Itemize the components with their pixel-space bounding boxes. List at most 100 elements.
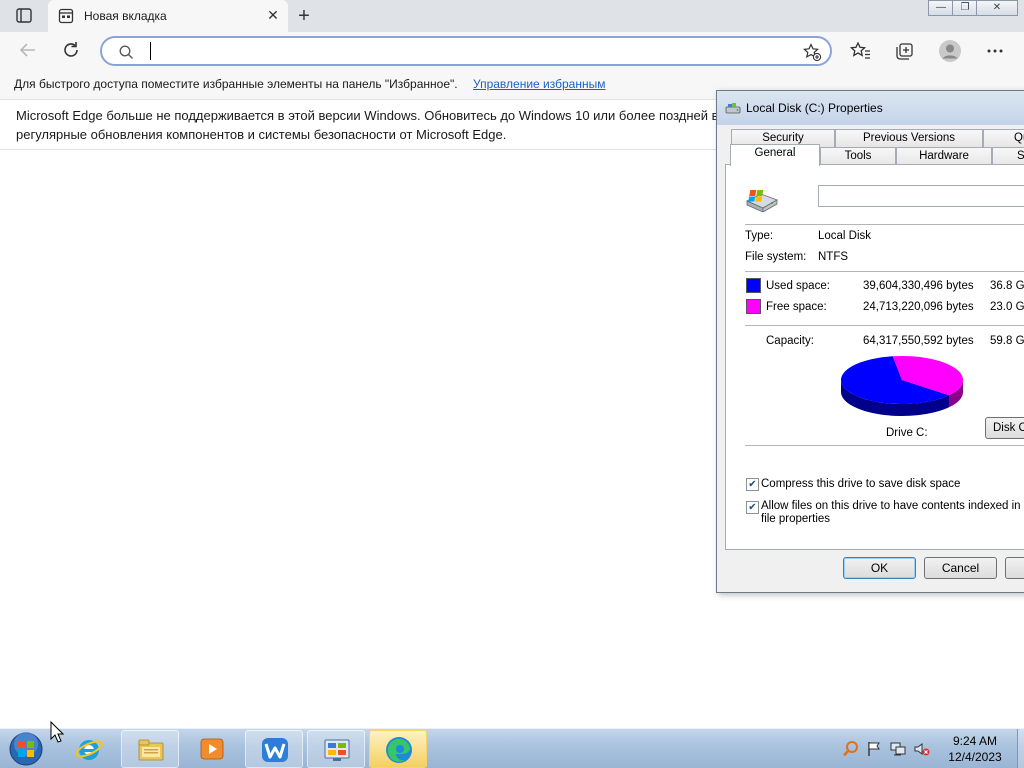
info-line-1: Microsoft Edge больше не поддерживается … (16, 108, 726, 123)
capacity-size: 59.8 GB (990, 335, 1024, 347)
free-space-swatch (746, 299, 761, 314)
taskbar-control-panel[interactable] (307, 730, 365, 768)
new-tab-page-icon (58, 8, 74, 24)
desktop-screen: Новая вкладка ✕ + — ❐ ✕ Для быстрого дос… (0, 0, 1024, 768)
folder-icon (138, 739, 164, 761)
tab-strip: Новая вкладка ✕ + — ❐ ✕ (0, 0, 1024, 32)
mouse-cursor-icon (50, 721, 64, 743)
drive-icon (725, 103, 741, 114)
address-bar[interactable] (100, 36, 832, 66)
info-line-2: регулярные обновления компонентов и сист… (16, 127, 507, 142)
ok-button[interactable]: OK (843, 557, 916, 579)
tab-hardware[interactable]: Hardware (896, 147, 992, 165)
taskbar-windows-explorer[interactable] (121, 730, 179, 768)
avatar-icon (939, 40, 961, 62)
new-tab-button[interactable]: + (292, 5, 316, 27)
collections-icon (896, 43, 913, 60)
taskbar-media-player[interactable] (183, 730, 241, 768)
separator (745, 325, 1024, 326)
search-tray-icon[interactable] (842, 740, 860, 758)
tab-general[interactable]: General (730, 144, 820, 166)
separator (745, 224, 1024, 225)
compress-label: Compress this drive to save disk space (761, 478, 961, 490)
clock-time: 9:24 AM (952, 734, 998, 748)
manage-favorites-link[interactable]: Управление избранным (473, 77, 605, 91)
navigation-bar (0, 32, 1024, 70)
compress-checkbox[interactable]: ✔ (746, 478, 759, 491)
volume-label-input[interactable] (818, 185, 1024, 207)
taskbar-microsoft-edge[interactable] (369, 730, 427, 768)
type-value: Local Disk (818, 230, 872, 242)
close-window-button[interactable]: ✕ (976, 0, 1018, 16)
internet-explorer-icon (75, 740, 103, 760)
system-clock[interactable]: 9:24 AM 12/4/2023 (935, 733, 1015, 765)
index-checkbox[interactable]: ✔ (746, 501, 759, 514)
start-button[interactable] (6, 730, 46, 768)
edge-icon (386, 737, 412, 763)
tab-actions-icon (16, 8, 32, 23)
dialog-titlebar[interactable]: Local Disk (C:) Properties (717, 91, 1024, 125)
tab-tools[interactable]: Tools (820, 147, 896, 165)
address-input[interactable] (148, 41, 788, 61)
tab-new-tab[interactable]: Новая вкладка ✕ (48, 0, 288, 32)
used-space-size: 36.8 GB (990, 280, 1024, 292)
more-options-icon (987, 49, 1003, 53)
taskbar: 9:24 AM 12/4/2023 (0, 728, 1024, 768)
separator (745, 445, 1024, 446)
media-player-icon (200, 738, 224, 760)
favorites-hint-text: Для быстрого доступа поместите избранные… (14, 77, 458, 91)
type-label: Type: (745, 230, 774, 242)
capacity-bytes: 64,317,550,592 bytes (863, 335, 974, 347)
file-system-value: NTFS (818, 251, 849, 263)
w-app-icon (262, 738, 288, 762)
refresh-button[interactable] (58, 39, 84, 63)
index-label-line1: Allow files on this drive to have conten… (761, 500, 1024, 512)
tab-sharing[interactable]: Sh (992, 147, 1024, 165)
file-system-label: File system: (745, 251, 807, 263)
tab-title: Новая вкладка (84, 9, 167, 23)
settings-more-button[interactable] (982, 39, 1008, 63)
search-icon (119, 45, 133, 59)
back-arrow-icon (19, 43, 35, 57)
restore-button[interactable]: ❐ (952, 0, 978, 16)
back-button[interactable] (15, 39, 41, 63)
collections-button[interactable] (892, 39, 918, 63)
tab-actions-button[interactable] (12, 6, 36, 26)
profile-button[interactable] (937, 39, 963, 63)
minimize-button[interactable]: — (928, 0, 954, 16)
used-space-label: Used space: (766, 280, 830, 292)
disk-usage-pie-chart (841, 356, 963, 416)
index-label-line2: file properties (761, 513, 831, 525)
network-icon[interactable] (889, 740, 907, 758)
show-desktop-button[interactable] (1017, 729, 1024, 768)
disk-cleanup-button[interactable]: Disk Cleanup (985, 417, 1024, 439)
refresh-icon (64, 42, 78, 57)
free-space-size: 23.0 GB (990, 301, 1024, 313)
apply-button[interactable] (1005, 557, 1024, 579)
used-space-swatch (746, 278, 761, 293)
add-favorite-icon[interactable] (802, 42, 822, 62)
free-space-label: Free space: (766, 301, 827, 313)
volume-muted-icon[interactable] (913, 740, 931, 758)
taskbar-app-w[interactable] (245, 730, 303, 768)
windows-orb-icon (9, 732, 43, 766)
free-space-bytes: 24,713,220,096 bytes (863, 301, 974, 313)
dialog-title: Local Disk (C:) Properties (746, 101, 883, 115)
action-center-flag-icon[interactable] (865, 740, 883, 758)
taskbar-internet-explorer[interactable] (60, 730, 118, 768)
cancel-button[interactable]: Cancel (924, 557, 997, 579)
tab-quota[interactable]: Qu (983, 129, 1024, 147)
control-panel-icon (324, 739, 350, 761)
tab-previous-versions[interactable]: Previous Versions (835, 129, 983, 147)
tab-close-button[interactable]: ✕ (264, 6, 282, 24)
capacity-label: Capacity: (766, 335, 814, 347)
favorites-button[interactable] (847, 39, 873, 63)
separator (745, 271, 1024, 272)
clock-date: 12/4/2023 (948, 750, 1002, 764)
favorites-icon (849, 41, 870, 59)
hard-drive-icon (746, 190, 778, 212)
drive-caption: Drive C: (886, 427, 928, 439)
text-caret (150, 42, 151, 60)
used-space-bytes: 39,604,330,496 bytes (863, 280, 974, 292)
disk-properties-dialog: Local Disk (C:) Properties Security Prev… (716, 90, 1024, 593)
